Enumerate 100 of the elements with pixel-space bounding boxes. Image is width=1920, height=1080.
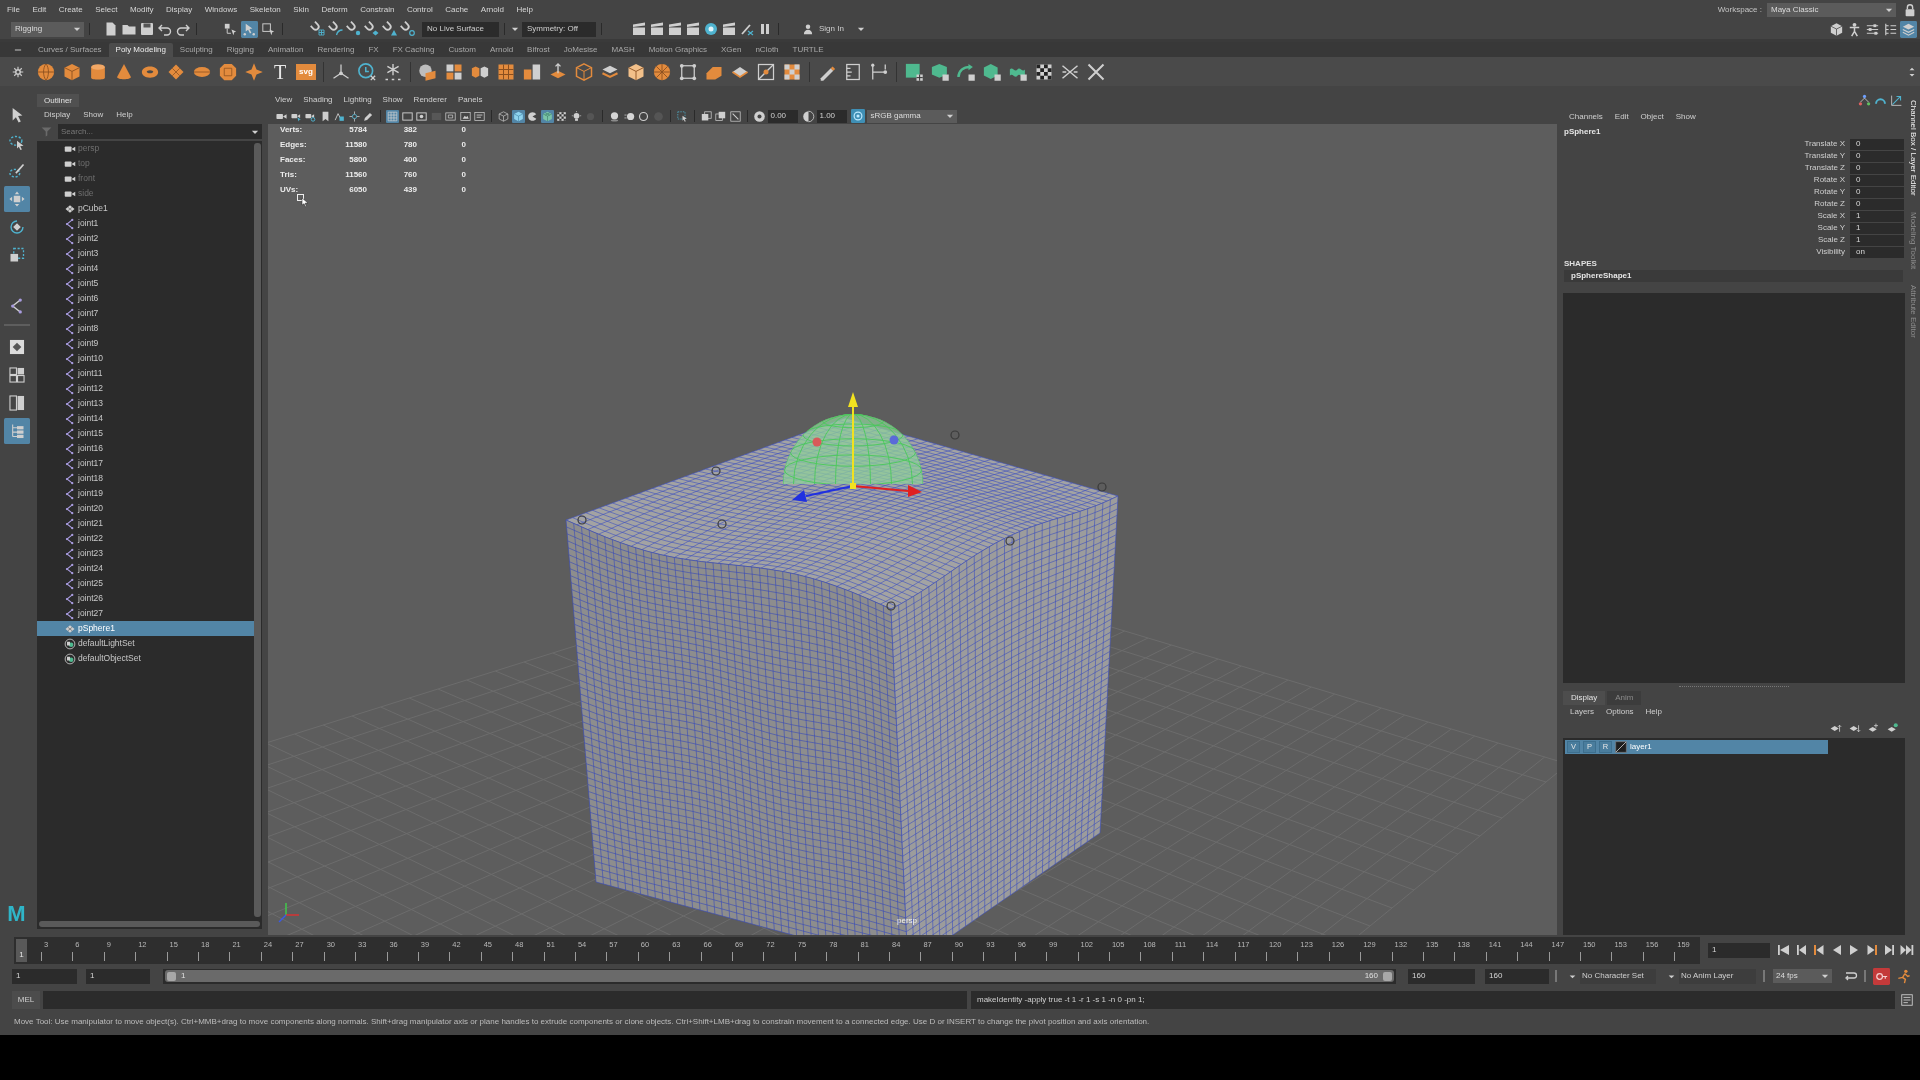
menu-item[interactable]: Help — [116, 110, 133, 119]
attribute-field[interactable]: 0 — [1850, 198, 1904, 210]
menu-item[interactable]: Show — [382, 96, 403, 104]
outliner-item[interactable]: joint3 — [37, 246, 254, 261]
range-slider-bar[interactable]: 1 160 — [165, 970, 1394, 982]
outliner-item[interactable]: pSphere1 — [37, 621, 254, 636]
vertical-scrollbar[interactable] — [254, 143, 261, 917]
clapperboard-icon[interactable] — [667, 21, 683, 37]
outliner-item[interactable]: joint13 — [37, 396, 254, 411]
menu-item[interactable]: Options — [1606, 708, 1634, 716]
box-icon[interactable] — [1828, 20, 1845, 38]
outliner-item[interactable]: joint18 — [37, 471, 254, 486]
shelf-tab[interactable]: JoMesise — [556, 43, 605, 57]
shelf-tab[interactable]: Rendering — [310, 43, 362, 57]
layer-up-icon[interactable] — [1829, 722, 1842, 735]
object-name[interactable]: pSphere1 — [1564, 127, 1601, 136]
user-icon[interactable] — [802, 23, 814, 35]
attribute-field[interactable]: on — [1850, 246, 1904, 258]
attribute-field[interactable]: 0 — [1850, 150, 1904, 162]
playback-end-field[interactable]: 160 — [1408, 968, 1475, 984]
running-figure-icon[interactable] — [1896, 968, 1911, 984]
attribute-field[interactable]: 0 — [1850, 162, 1904, 174]
attribute-label[interactable]: Translate Z — [1804, 164, 1845, 172]
star-icon[interactable] — [244, 61, 264, 82]
menu-item[interactable]: Help — [516, 5, 533, 14]
sign-in-dropdown[interactable]: Sign In — [816, 22, 866, 36]
shelf-tab[interactable]: Animation — [260, 43, 311, 57]
outliner-item[interactable]: joint9 — [37, 336, 254, 351]
outliner-item[interactable]: joint22 — [37, 531, 254, 546]
shelf-tab[interactable]: MASH — [604, 43, 642, 57]
crossed-lines-icon[interactable] — [1086, 61, 1106, 82]
attribute-field[interactable]: 0 — [1850, 186, 1904, 198]
menu-item[interactable]: Display — [44, 110, 71, 119]
outliner-item[interactable]: joint17 — [37, 456, 254, 471]
current-frame-field[interactable]: 1 — [1708, 942, 1770, 958]
square-arrow-icon[interactable] — [260, 20, 277, 38]
node-graph-icon[interactable] — [1858, 94, 1871, 107]
menu-set-dropdown[interactable]: Rigging — [11, 21, 84, 37]
menu-item[interactable]: Renderer — [413, 96, 447, 104]
playback-start-field[interactable]: 1 — [86, 968, 150, 984]
layer-name[interactable]: layer1 — [1630, 743, 1652, 751]
lock-icon[interactable] — [1903, 2, 1917, 17]
donut-icon[interactable] — [752, 109, 766, 123]
crosshair-icon[interactable] — [347, 109, 361, 123]
fps-dropdown[interactable]: 24 fps — [1773, 969, 1832, 983]
attribute-field[interactable]: 1 — [1850, 222, 1904, 234]
menu-item[interactable]: Lighting — [343, 96, 372, 104]
outliner-item[interactable]: joint10 — [37, 351, 254, 366]
outliner-item[interactable]: joint23 — [37, 546, 254, 561]
hexagon-tile-icon[interactable] — [930, 61, 950, 82]
current-frame-marker[interactable]: 1 — [16, 938, 27, 962]
outliner-item[interactable]: joint19 — [37, 486, 254, 501]
gamma-field[interactable]: 1.00 — [816, 109, 847, 123]
menu-item[interactable]: Create — [58, 5, 83, 14]
shelf-tab[interactable]: FX — [361, 43, 386, 57]
hexagon-tile-icon[interactable] — [982, 61, 1002, 82]
clapperboard-icon[interactable] — [631, 21, 647, 37]
half-disc-icon[interactable] — [801, 109, 815, 123]
outliner-item[interactable]: joint11 — [37, 366, 254, 381]
slider-handle[interactable] — [167, 971, 176, 981]
outliner-item[interactable]: joint14 — [37, 411, 254, 426]
shelf-tab[interactable]: Sculpting — [172, 43, 220, 57]
attribute-field[interactable]: 0 — [1850, 138, 1904, 150]
box-icon[interactable] — [626, 61, 646, 82]
document-lines-icon[interactable] — [1900, 993, 1914, 1007]
settings-icon[interactable] — [12, 65, 24, 78]
live-surface-field[interactable]: No Live Surface — [422, 21, 499, 37]
menu-item[interactable]: Skeleton — [249, 5, 281, 14]
wheel-icon[interactable] — [652, 61, 672, 82]
menu-item[interactable]: Show — [83, 110, 104, 119]
outliner-item[interactable]: joint27 — [37, 606, 254, 621]
outliner-item[interactable]: joint26 — [37, 591, 254, 606]
menu-item[interactable]: Modify — [129, 5, 154, 14]
ring-icon[interactable] — [637, 109, 650, 123]
line-branch-icon[interactable] — [869, 61, 889, 82]
menu-item[interactable]: Control — [406, 5, 433, 14]
grid-icon[interactable] — [386, 109, 399, 123]
menu-item[interactable]: Select — [95, 5, 118, 14]
menu-item[interactable]: Edit — [1614, 113, 1629, 121]
outliner-item[interactable]: joint24 — [37, 561, 254, 576]
attribute-label[interactable]: Scale X — [1817, 212, 1845, 220]
light-bulb-icon[interactable] — [569, 109, 583, 123]
shelf-tab[interactable]: Bifrost — [520, 43, 557, 57]
menu-item[interactable]: Shading — [303, 96, 333, 104]
polyhedron-icon[interactable] — [218, 61, 238, 82]
dotted-square-icon[interactable] — [678, 61, 698, 82]
outliner-item[interactable]: joint7 — [37, 306, 254, 321]
shelf-tab[interactable]: Rigging — [219, 43, 261, 57]
frame-icon[interactable] — [400, 109, 414, 123]
attribute-label[interactable]: Rotate Y — [1814, 188, 1845, 196]
new-layer-icon[interactable] — [1867, 722, 1880, 735]
magnet-plane-icon[interactable] — [364, 21, 380, 37]
view-transform-dropdown[interactable]: sRGB gamma — [866, 109, 957, 123]
layer-down-icon[interactable] — [1848, 722, 1861, 735]
scene-start-field[interactable]: 1 — [12, 968, 77, 984]
clapperboard-icon[interactable] — [721, 21, 737, 37]
shaded-ball-icon[interactable] — [608, 109, 621, 123]
outliner-item[interactable]: defaultObjectSet — [37, 651, 254, 666]
character-set-field[interactable]: No Character Set — [1580, 968, 1656, 984]
stacked-layers-icon[interactable] — [1900, 20, 1917, 38]
